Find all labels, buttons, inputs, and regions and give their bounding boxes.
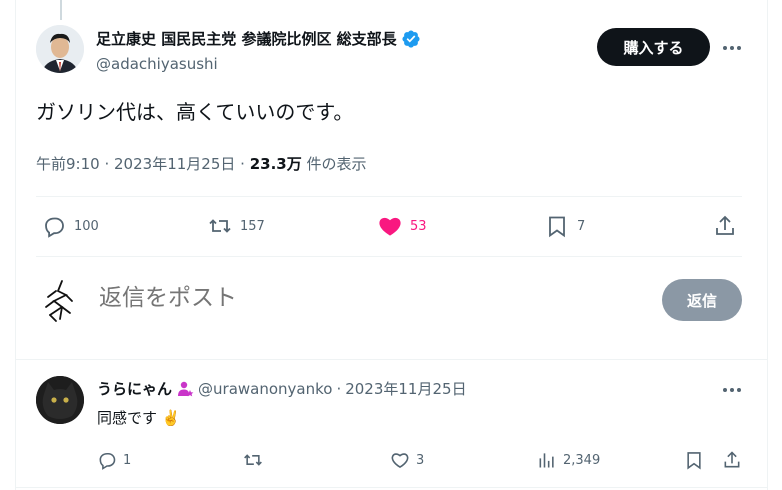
current-user-avatar[interactable] [36, 277, 82, 323]
tweet-time[interactable]: 午前9:10 [36, 155, 100, 173]
share-icon [716, 215, 734, 235]
meta-separator: · [336, 379, 342, 398]
bottom-separator [16, 487, 767, 488]
tweet-metadata: 午前9:10 · 2023年11月25日 · 23.3万 件の表示 [36, 153, 367, 174]
reply-share-action[interactable] [722, 450, 742, 470]
repost-count: 157 [240, 218, 265, 234]
reply-repost-action[interactable] [243, 450, 263, 470]
reply-bookmark-action[interactable] [684, 450, 704, 470]
reply-action[interactable]: 100 [42, 214, 99, 238]
verified-badge-icon [401, 29, 421, 49]
meta-separator: · [240, 155, 250, 173]
tweet-text: ガソリン代は、高くていいのです。 [36, 100, 354, 124]
victory-hand-emoji: ✌️ [161, 409, 181, 427]
author-handle[interactable]: @adachiyasushi [96, 55, 218, 73]
views-count: 23.3万 [249, 155, 302, 173]
meta-separator: · [104, 155, 115, 173]
reply-submit-button[interactable]: 返信 [662, 279, 742, 321]
reply-like-action[interactable]: 3 [390, 450, 424, 470]
bookmark-icon [549, 216, 565, 238]
bookmark-action[interactable]: 7 [545, 214, 585, 238]
bookmark-icon [687, 452, 701, 470]
reply-text-body: 同感です [97, 409, 158, 427]
reply-icon [99, 452, 116, 470]
more-options-icon[interactable] [720, 36, 744, 60]
reply-author-handle[interactable]: @urawanonyanko [198, 380, 332, 398]
views-label: 件の表示 [306, 155, 367, 173]
reply-views-count: 2,349 [563, 452, 601, 468]
repost-icon [209, 219, 231, 233]
section-separator [16, 359, 767, 360]
reply-count: 100 [74, 218, 99, 234]
reply-like-count: 3 [416, 452, 425, 468]
repost-action[interactable]: 157 [208, 214, 265, 238]
reply-author-name[interactable]: うらにゃん [97, 378, 172, 399]
author-avatar[interactable] [36, 25, 84, 73]
author-name[interactable]: 足立康史 国民民主党 参議院比例区 総支部長 [96, 28, 421, 49]
heart-icon [391, 453, 409, 469]
sketch-avatar-image [45, 280, 73, 322]
reply-reply-action[interactable]: 1 [97, 450, 131, 470]
reply-date[interactable]: 2023年11月25日 [345, 378, 466, 399]
reply-compose-input[interactable] [97, 284, 501, 312]
heart-filled-icon [379, 217, 401, 236]
timeline-right-border [767, 0, 768, 490]
tweet-date[interactable]: 2023年11月25日 [114, 155, 235, 173]
divider [36, 256, 742, 257]
bookmark-count: 7 [577, 218, 586, 234]
repost-icon [244, 454, 262, 466]
reply-reply-count: 1 [123, 452, 132, 468]
like-action[interactable]: 53 [378, 214, 427, 238]
cat-avatar-image [36, 376, 84, 424]
reply-text: 同感です ✌️ [97, 407, 180, 428]
share-icon [724, 451, 740, 468]
share-action[interactable] [713, 214, 737, 238]
timeline-left-border [15, 0, 16, 490]
reply-author-avatar[interactable] [36, 376, 84, 424]
reply-more-options-icon[interactable] [720, 378, 744, 402]
reply-views-action[interactable]: 2,349 [537, 450, 600, 470]
buy-button[interactable]: 購入する [597, 28, 710, 66]
analytics-icon [539, 453, 554, 468]
reply-header: うらにゃん @urawanonyanko · 2023年11月25日 [97, 378, 467, 399]
thread-connector-line [60, 0, 62, 20]
user-badge-icon [176, 380, 194, 398]
reply-icon [45, 217, 64, 238]
like-count: 53 [410, 218, 427, 234]
author-avatar-image [36, 25, 84, 73]
author-name-text: 足立康史 国民民主党 参議院比例区 総支部長 [96, 30, 397, 48]
divider [36, 196, 742, 197]
